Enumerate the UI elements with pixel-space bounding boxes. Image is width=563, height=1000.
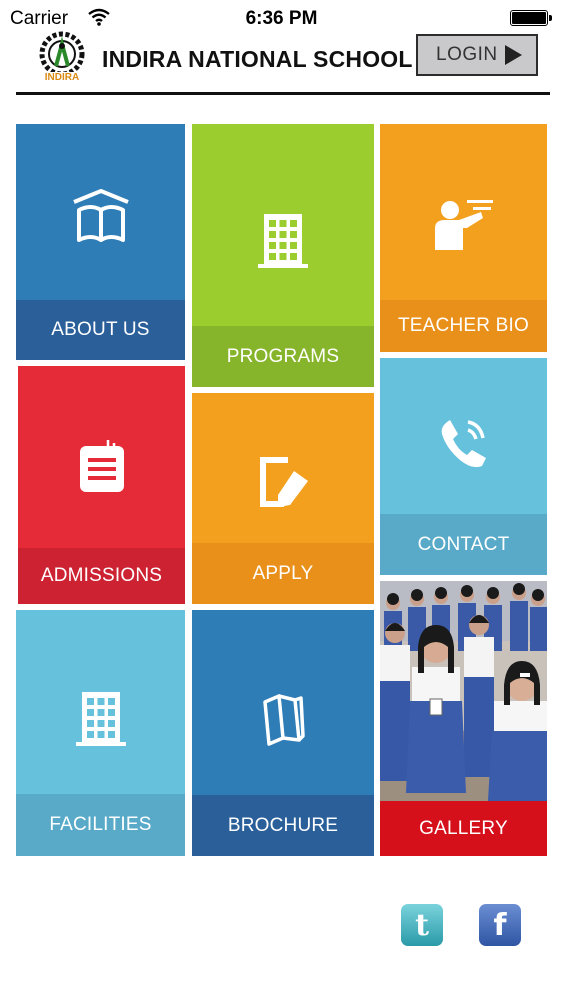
tile-apply[interactable]: APPLY	[192, 393, 374, 604]
building-icon	[258, 212, 308, 273]
tile-teacher-bio[interactable]: TEACHER BIO	[380, 124, 547, 352]
tile-label: PROGRAMS	[192, 326, 374, 387]
tile-facilities[interactable]: FACILITIES	[16, 610, 185, 856]
tile-programs[interactable]: PROGRAMS	[192, 124, 374, 387]
facebook-icon: f	[493, 907, 507, 943]
open-book-icon	[71, 188, 131, 249]
header-divider	[16, 92, 550, 95]
tile-about-us[interactable]: ABOUT US	[16, 124, 185, 360]
tile-admissions[interactable]: ADMISSIONS	[18, 366, 185, 604]
login-label: LOGIN	[436, 44, 498, 65]
school-logo: INDIRA	[34, 30, 90, 86]
tile-label: BROCHURE	[192, 795, 374, 856]
tile-label: GALLERY	[380, 801, 547, 856]
tile-gallery[interactable]: GALLERY	[380, 581, 547, 856]
twitter-button[interactable]: t	[401, 904, 443, 946]
phone-icon	[436, 414, 492, 475]
battery-icon	[510, 10, 552, 26]
tile-label: ADMISSIONS	[18, 548, 185, 604]
play-arrow-icon	[505, 45, 522, 65]
notepad-icon	[78, 438, 126, 499]
teacher-icon	[433, 198, 495, 257]
tile-label: TEACHER BIO	[380, 300, 547, 352]
building-icon	[75, 690, 126, 751]
students-photo	[380, 581, 547, 801]
tile-label: APPLY	[192, 543, 374, 604]
twitter-icon: t	[415, 907, 429, 943]
logo-text: INDIRA	[44, 72, 80, 83]
tile-label: CONTACT	[380, 514, 547, 575]
page-title: INDIRA NATIONAL SCHOOL	[102, 46, 413, 72]
edit-document-icon	[254, 451, 312, 514]
tile-brochure[interactable]: BROCHURE	[192, 610, 374, 856]
tile-label: ABOUT US	[16, 300, 185, 360]
tile-label: FACILITIES	[16, 794, 185, 856]
facebook-button[interactable]: f	[479, 904, 521, 946]
login-button[interactable]: LOGIN	[416, 34, 538, 76]
tile-contact[interactable]: CONTACT	[380, 358, 547, 575]
clock: 6:36 PM	[245, 8, 318, 29]
brochure-icon	[261, 692, 305, 753]
